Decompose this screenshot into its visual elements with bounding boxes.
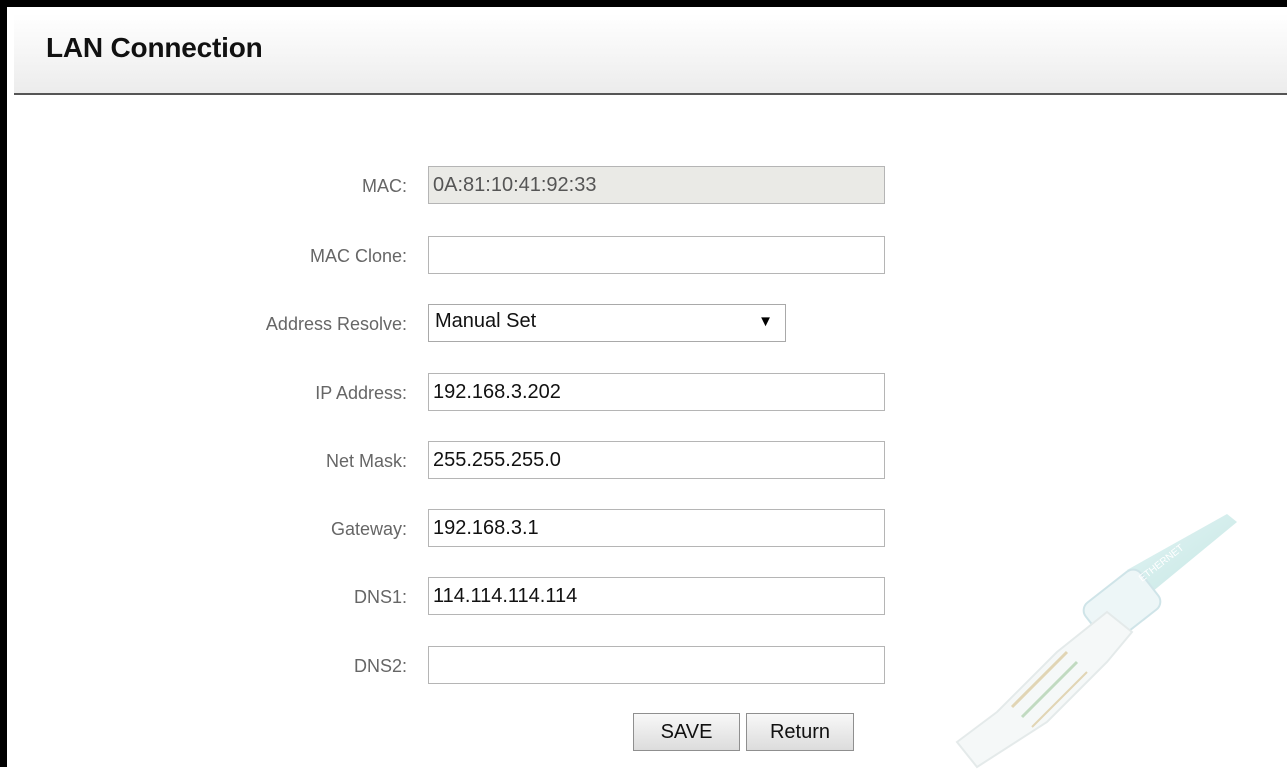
gateway-row: Gateway: — [7, 509, 1287, 549]
button-row: SAVE Return — [7, 713, 1287, 753]
mac-label: MAC: — [362, 176, 407, 196]
mac-clone-row: MAC Clone: — [7, 236, 1287, 276]
mac-field — [428, 166, 885, 204]
address-resolve-select[interactable]: Manual Set ▼ — [428, 304, 786, 342]
address-resolve-value: Manual Set — [435, 310, 537, 332]
dropdown-arrow-icon: ▼ — [758, 313, 773, 330]
gateway-field[interactable] — [428, 509, 885, 547]
net-mask-field[interactable] — [428, 441, 885, 479]
dns1-field[interactable] — [428, 577, 885, 615]
address-resolve-label: Address Resolve: — [265, 314, 407, 334]
ip-address-row: IP Address: — [7, 373, 1287, 413]
dns1-row: DNS1: — [7, 577, 1287, 617]
mac-clone-label: MAC Clone: — [309, 246, 407, 266]
dns2-label: DNS2: — [353, 656, 407, 676]
net-mask-row: Net Mask: — [7, 441, 1287, 481]
lan-connection-panel: LAN Connection ETHERNET MAC: MAC Clone: … — [0, 0, 1287, 769]
panel-header: LAN Connection — [14, 14, 1287, 95]
mac-clone-field[interactable] — [428, 236, 885, 274]
ip-address-field[interactable] — [428, 373, 885, 411]
mac-row: MAC: — [7, 166, 1287, 206]
page-title: LAN Connection — [46, 32, 263, 63]
save-button[interactable]: SAVE — [633, 713, 740, 751]
dns2-row: DNS2: — [7, 646, 1287, 686]
dns2-field[interactable] — [428, 646, 885, 684]
net-mask-label: Net Mask: — [325, 451, 407, 471]
gateway-label: Gateway: — [330, 519, 407, 539]
address-resolve-row: Address Resolve: Manual Set ▼ — [7, 304, 1287, 344]
ip-address-label: IP Address: — [315, 383, 407, 403]
return-button[interactable]: Return — [746, 713, 854, 751]
dns1-label: DNS1: — [353, 587, 407, 607]
